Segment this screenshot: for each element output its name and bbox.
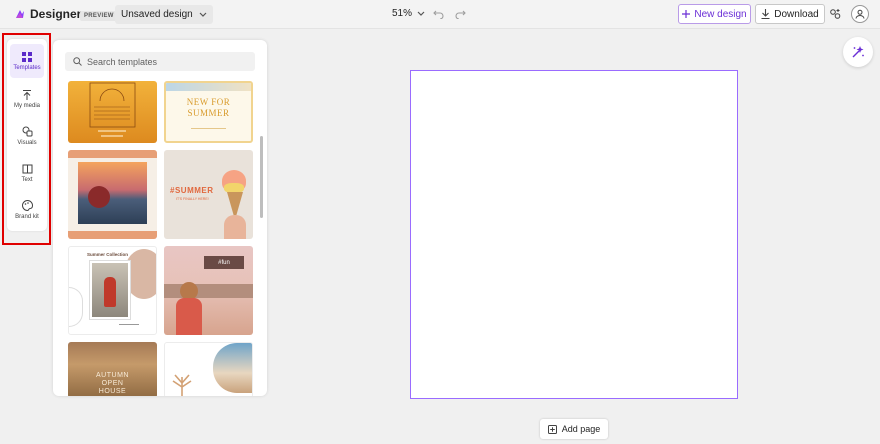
template-title: #SUMMER bbox=[170, 186, 214, 195]
text-icon bbox=[22, 164, 32, 173]
user-icon bbox=[855, 9, 865, 19]
rail-item-label: My media bbox=[13, 102, 40, 109]
rail-item-visuals[interactable]: Visuals bbox=[10, 119, 44, 153]
template-card[interactable] bbox=[164, 342, 253, 396]
template-title: Summer Collection bbox=[87, 252, 129, 257]
templates-icon bbox=[22, 51, 32, 62]
template-sky-strip bbox=[166, 83, 251, 91]
palette-icon bbox=[21, 200, 33, 211]
rail-item-label: Text bbox=[21, 176, 33, 183]
search-icon bbox=[73, 57, 82, 66]
rail-item-templates[interactable]: Templates bbox=[10, 44, 44, 78]
template-photo bbox=[92, 263, 128, 317]
rail-item-label: Brand kit bbox=[15, 214, 39, 220]
new-design-label: New design bbox=[694, 8, 747, 20]
leaf-graphic bbox=[172, 374, 192, 396]
zoom-dropdown[interactable]: 51% bbox=[392, 8, 425, 19]
rail-item-text[interactable]: Text bbox=[10, 156, 44, 190]
chevron-down-icon bbox=[417, 11, 425, 16]
design-canvas[interactable] bbox=[410, 70, 738, 399]
rail-item-label: Visuals bbox=[17, 140, 37, 146]
designer-logo-icon bbox=[16, 10, 24, 18]
template-title: NEW FOR SUMMER bbox=[186, 97, 231, 118]
plus-icon bbox=[682, 10, 691, 18]
rail-item-my-media[interactable]: My media bbox=[10, 82, 44, 116]
template-card[interactable]: NEW FOR SUMMER bbox=[164, 81, 253, 143]
search-placeholder: Search templates bbox=[87, 56, 158, 67]
download-label: Download bbox=[774, 8, 819, 20]
app-logo[interactable]: Designer bbox=[14, 7, 81, 21]
template-hand bbox=[224, 215, 246, 239]
template-sun-graphic bbox=[89, 82, 136, 137]
new-design-button[interactable]: New design bbox=[678, 4, 751, 24]
template-divider bbox=[119, 324, 139, 325]
template-card[interactable]: #fun bbox=[164, 246, 253, 335]
sparkle-wand-icon bbox=[852, 46, 864, 58]
template-photo-ball bbox=[88, 186, 110, 208]
download-icon bbox=[761, 9, 770, 19]
app-name: Designer bbox=[30, 7, 82, 21]
template-subtitle: IT'S FINALLY HERE! bbox=[176, 197, 209, 201]
template-card[interactable] bbox=[68, 81, 157, 143]
template-photo-frame bbox=[89, 260, 131, 320]
template-band bbox=[68, 231, 157, 239]
rail-item-brand-kit[interactable]: Brand kit bbox=[10, 193, 44, 227]
template-photo bbox=[213, 343, 252, 393]
template-badge: #fun bbox=[204, 256, 244, 269]
scrollbar-thumb[interactable] bbox=[260, 136, 263, 218]
template-body bbox=[176, 298, 202, 335]
download-button[interactable]: Download bbox=[755, 4, 825, 24]
template-card[interactable]: Summer Collection bbox=[68, 246, 157, 335]
rail-item-label: Templates bbox=[13, 64, 41, 71]
top-bar: Designer PREVIEW Unsaved design 51% New … bbox=[0, 0, 880, 29]
templates-panel: Search templates NEW FOR SUMMER #SUMMER … bbox=[53, 40, 267, 396]
redo-icon[interactable] bbox=[455, 9, 466, 19]
zoom-level: 51% bbox=[392, 8, 413, 19]
shapes-icon bbox=[22, 126, 32, 137]
template-arc bbox=[69, 287, 83, 327]
preview-badge: PREVIEW bbox=[80, 11, 118, 21]
search-input[interactable]: Search templates bbox=[65, 52, 255, 71]
template-title: #fun bbox=[218, 259, 230, 266]
template-band bbox=[68, 150, 157, 158]
template-divider bbox=[191, 128, 226, 129]
add-page-icon bbox=[547, 424, 557, 434]
template-photo-figure bbox=[104, 277, 116, 307]
chevron-down-icon bbox=[199, 12, 207, 17]
template-title: AUTUMN OPEN HOUSE bbox=[96, 372, 129, 395]
design-name-label: Unsaved design bbox=[121, 9, 193, 20]
template-photo bbox=[78, 162, 147, 224]
template-card[interactable]: AUTUMN OPEN HOUSE bbox=[68, 342, 157, 396]
undo-icon[interactable] bbox=[433, 9, 444, 19]
design-name-dropdown[interactable]: Unsaved design bbox=[115, 5, 213, 24]
designer-assist-button[interactable] bbox=[843, 37, 873, 67]
add-page-button[interactable]: Add page bbox=[540, 419, 608, 439]
add-page-label: Add page bbox=[561, 424, 601, 434]
upload-icon bbox=[23, 89, 31, 100]
avatar[interactable] bbox=[851, 5, 869, 23]
left-rail: Templates My media Visuals Text Brand ki… bbox=[7, 39, 47, 231]
template-card[interactable] bbox=[68, 150, 157, 239]
template-card[interactable]: #SUMMER IT'S FINALLY HERE! bbox=[164, 150, 253, 239]
template-wall bbox=[164, 284, 253, 298]
share-icon[interactable] bbox=[829, 8, 841, 20]
